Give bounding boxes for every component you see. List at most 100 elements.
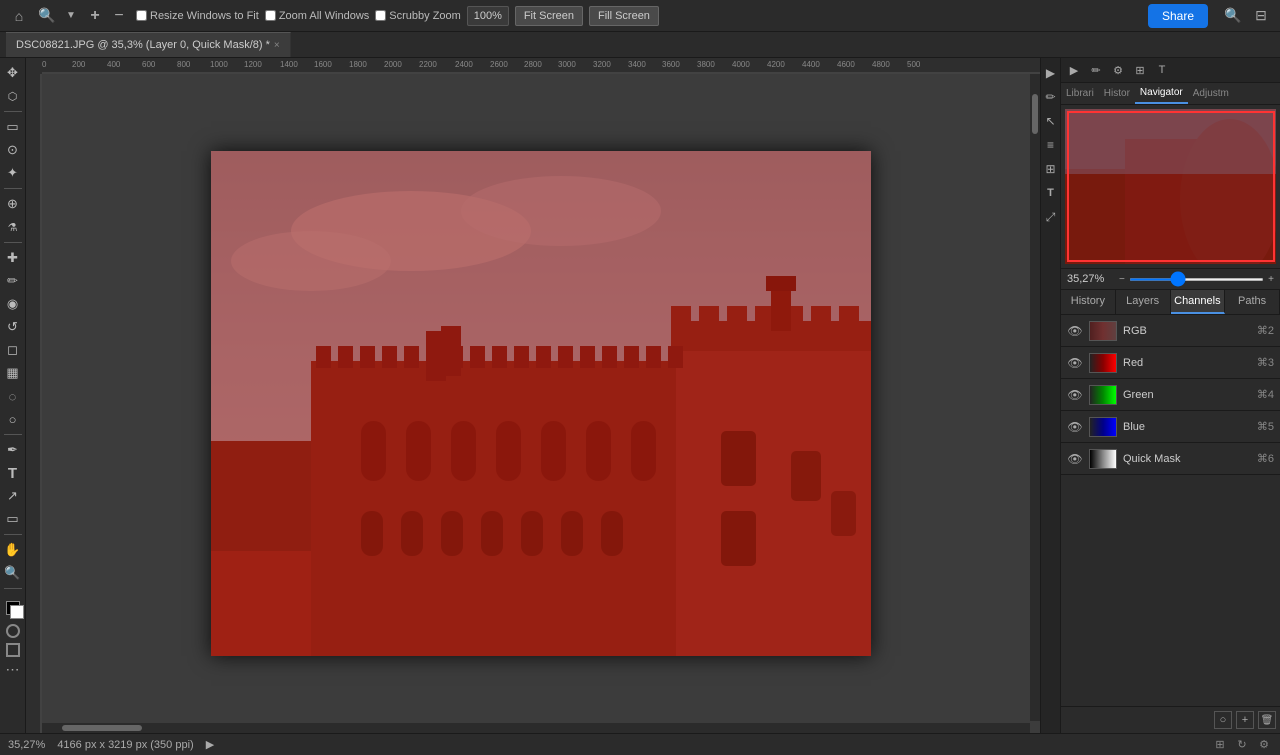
- tab-layers[interactable]: Layers: [1116, 290, 1171, 314]
- channel-row-red[interactable]: 👁 Red ⌘3: [1061, 347, 1280, 379]
- path-select-tool[interactable]: ↗: [2, 485, 24, 507]
- background-swatch[interactable]: [10, 605, 24, 619]
- home-icon[interactable]: ⌂: [8, 5, 30, 27]
- share-button[interactable]: Share: [1148, 4, 1208, 28]
- panel-play-icon[interactable]: ▶: [1065, 61, 1083, 79]
- resize-windows-checkbox[interactable]: Resize Windows to Fit: [136, 10, 259, 22]
- magic-wand-tool[interactable]: ✦: [2, 162, 24, 184]
- grid-r-icon[interactable]: ⊞: [1042, 160, 1060, 178]
- resize-windows-label: Resize Windows to Fit: [150, 10, 259, 22]
- panel-brush-icon[interactable]: ✏: [1087, 61, 1105, 79]
- tab-histor[interactable]: Histor: [1099, 84, 1135, 103]
- window-icon[interactable]: ⊟: [1250, 5, 1272, 27]
- history-brush-tool[interactable]: ↺: [2, 316, 24, 338]
- tab-close-icon[interactable]: ×: [274, 40, 280, 51]
- status-grid-icon[interactable]: ⊞: [1212, 737, 1228, 753]
- zoom-icon[interactable]: 🔍: [36, 5, 58, 27]
- tab-history[interactable]: History: [1061, 290, 1116, 314]
- zoom-canvas-tool[interactable]: 🔍: [2, 562, 24, 584]
- status-settings-icon[interactable]: ⚙: [1256, 737, 1272, 753]
- shape-tool[interactable]: ▭: [2, 508, 24, 530]
- zoom-out-minus-icon[interactable]: −: [108, 5, 130, 27]
- brush-tool[interactable]: ✏: [2, 270, 24, 292]
- clone-r-icon[interactable]: ⤢: [1042, 208, 1060, 226]
- navigator-preview: [1065, 109, 1276, 264]
- tab-paths[interactable]: Paths: [1225, 290, 1280, 314]
- channel-row-blue[interactable]: 👁 Blue ⌘5: [1061, 411, 1280, 443]
- zoom-sub-icon[interactable]: ▼: [60, 5, 82, 27]
- panel-type-icon[interactable]: T: [1153, 61, 1171, 79]
- tab-navigator[interactable]: Navigator: [1135, 83, 1188, 104]
- channel-shortcut-blue: ⌘5: [1257, 420, 1274, 433]
- crop-tool[interactable]: ⊕: [2, 193, 24, 215]
- channel-shortcut-rgb: ⌘2: [1257, 324, 1274, 337]
- tab-filename: DSC08821.JPG @ 35,3% (Layer 0, Quick Mas…: [16, 39, 270, 51]
- cursor-r-icon[interactable]: ↖: [1042, 112, 1060, 130]
- zoom-in-icon[interactable]: +: [84, 5, 106, 27]
- channel-vis-green[interactable]: 👁: [1067, 387, 1083, 403]
- channel-vis-qm[interactable]: 👁: [1067, 451, 1083, 467]
- pen-tool[interactable]: ✒: [2, 439, 24, 461]
- zoom-decrease-icon[interactable]: −: [1119, 274, 1125, 285]
- tab-adjustm[interactable]: Adjustm: [1188, 84, 1234, 103]
- artboard-tool[interactable]: ⬡: [2, 85, 24, 107]
- fit-screen-button[interactable]: Fit Screen: [515, 6, 583, 26]
- resize-windows-input[interactable]: [136, 10, 147, 21]
- castle-svg: [211, 151, 871, 656]
- channel-row-green[interactable]: 👁 Green ⌘4: [1061, 379, 1280, 411]
- type-tool[interactable]: T: [2, 462, 24, 484]
- channel-name-blue: Blue: [1123, 421, 1251, 433]
- move-tool[interactable]: ✥: [2, 62, 24, 84]
- channel-row-qm[interactable]: 👁 Quick Mask ⌘6: [1061, 443, 1280, 475]
- zoom-increase-icon[interactable]: +: [1268, 274, 1274, 285]
- fill-screen-button[interactable]: Fill Screen: [589, 6, 659, 26]
- canvas-image: [211, 151, 871, 656]
- search-topbar-icon[interactable]: 🔍: [1222, 5, 1244, 27]
- blur-tool[interactable]: ◌: [2, 385, 24, 407]
- gradient-tool[interactable]: ▦: [2, 362, 24, 384]
- zoom-percent-input[interactable]: [467, 6, 509, 26]
- channel-vis-red[interactable]: 👁: [1067, 355, 1083, 371]
- tab-librari[interactable]: Librari: [1061, 84, 1099, 103]
- channel-row-rgb[interactable]: 👁 RGB ⌘2: [1061, 315, 1280, 347]
- tab-channels[interactable]: Channels: [1171, 290, 1226, 314]
- clone-stamp-tool[interactable]: ◉: [2, 293, 24, 315]
- tool-separator-6: [4, 588, 22, 589]
- zoom-all-windows-checkbox[interactable]: Zoom All Windows: [265, 10, 369, 22]
- edit-r-icon[interactable]: ✏: [1042, 88, 1060, 106]
- scrubby-zoom-checkbox[interactable]: Scrubby Zoom: [375, 10, 461, 22]
- panel-layer-icon[interactable]: ⊞: [1131, 61, 1149, 79]
- zoom-slider[interactable]: [1129, 278, 1264, 281]
- channel-vis-blue[interactable]: 👁: [1067, 419, 1083, 435]
- zoom-all-input[interactable]: [265, 10, 276, 21]
- more-tools-icon[interactable]: ⋯: [4, 660, 22, 678]
- screen-mode-icon[interactable]: [4, 641, 22, 659]
- status-expand-icon[interactable]: ▶: [206, 738, 214, 751]
- eraser-tool[interactable]: ◻: [2, 339, 24, 361]
- canvas-viewport[interactable]: [42, 74, 1040, 733]
- channel-actions: ○ + 🗑: [1061, 706, 1280, 733]
- navigator-preview-container: [1061, 105, 1280, 269]
- panel-adjust-icon[interactable]: ⚙: [1109, 61, 1127, 79]
- scrubby-input[interactable]: [375, 10, 386, 21]
- play-r-icon[interactable]: ▶: [1042, 64, 1060, 82]
- hand-tool[interactable]: ✋: [2, 539, 24, 561]
- vertical-scrollbar[interactable]: [1030, 74, 1040, 721]
- eyedropper-tool[interactable]: ⚗: [2, 216, 24, 238]
- channel-delete-icon[interactable]: 🗑: [1258, 711, 1276, 729]
- lasso-tool[interactable]: ⊙: [2, 139, 24, 161]
- healing-brush-tool[interactable]: ✚: [2, 247, 24, 269]
- select-rect-tool[interactable]: ▭: [2, 116, 24, 138]
- channel-name-green: Green: [1123, 389, 1251, 401]
- channel-new-icon[interactable]: +: [1236, 711, 1254, 729]
- type-r-icon[interactable]: T: [1042, 184, 1060, 202]
- channel-vis-rgb[interactable]: 👁: [1067, 323, 1083, 339]
- status-sync-icon[interactable]: ↻: [1234, 737, 1250, 753]
- zoom-control-row: 35,27% − +: [1061, 269, 1280, 290]
- channel-mask-icon[interactable]: ○: [1214, 711, 1232, 729]
- file-tab[interactable]: DSC08821.JPG @ 35,3% (Layer 0, Quick Mas…: [6, 32, 291, 57]
- quick-mask-icon[interactable]: [4, 622, 22, 640]
- layer-r-icon[interactable]: ≡: [1042, 136, 1060, 154]
- horizontal-scrollbar[interactable]: [42, 723, 1030, 733]
- dodge-tool[interactable]: ○: [2, 408, 24, 430]
